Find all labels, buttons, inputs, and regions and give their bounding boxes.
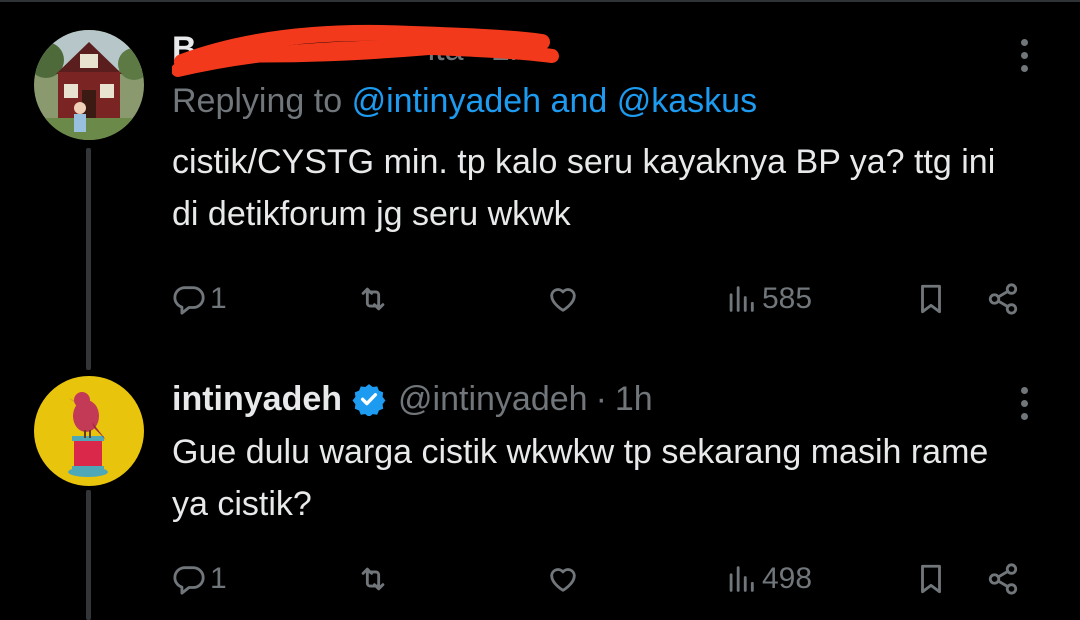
tweet-header: intinyadeh @intinyadeh · 1h [172, 376, 1010, 422]
share-button[interactable] [986, 554, 1020, 604]
redacted-author[interactable]: B ita [172, 24, 559, 77]
replying-to: Replying to @intinyadeh and @kaskus [172, 82, 1010, 128]
bookmark-button[interactable] [914, 274, 948, 324]
heart-icon [550, 288, 576, 312]
display-name[interactable]: intinyadeh [172, 380, 342, 419]
reply-button[interactable]: 1 [172, 554, 227, 604]
action-bar: 1 498 [172, 554, 1032, 604]
like-button[interactable] [546, 554, 580, 604]
views-button[interactable]: 498 [724, 554, 812, 604]
view-count: 498 [762, 562, 813, 595]
tweet-body: B ita · 1h Replying to @intinyadeh and @… [172, 24, 1010, 240]
bookmark-icon [921, 564, 941, 594]
repost-arrows-icon [361, 567, 385, 591]
replying-to-label: Replying to [172, 82, 343, 120]
share-nodes-icon [988, 283, 1018, 315]
view-count: 585 [762, 282, 813, 315]
vertical-ellipsis-icon [1020, 386, 1028, 394]
repost-button[interactable] [356, 274, 390, 324]
repost-arrows-icon [361, 287, 385, 311]
bar-chart-icon [729, 566, 754, 592]
repost-button[interactable] [356, 554, 390, 604]
tweet-header: B ita · 1h [172, 24, 1010, 77]
avatar-house-image [34, 30, 144, 140]
speech-bubble-icon [173, 566, 205, 595]
thread-line [86, 148, 91, 370]
bar-chart-icon [729, 286, 754, 312]
display-name[interactable]: B [172, 30, 198, 69]
like-button[interactable] [546, 274, 580, 324]
bookmark-button[interactable] [914, 554, 948, 604]
author-reply-tweet[interactable]: intinyadeh @intinyadeh · 1h Gue dulu war… [0, 340, 1080, 620]
timestamp[interactable]: 1h [491, 30, 529, 69]
reply-tweet[interactable]: B ita · 1h Replying to @intinyadeh and @… [0, 0, 1080, 370]
heart-icon [550, 568, 576, 592]
separator-dot: · [595, 379, 607, 418]
handle[interactable]: @intinyadeh [398, 380, 588, 419]
share-nodes-icon [988, 563, 1018, 595]
mention-link[interactable]: @intinyadeh [352, 82, 542, 120]
vertical-ellipsis-icon [1020, 38, 1028, 46]
more-options-button[interactable] [1012, 30, 1036, 80]
mention-link[interactable]: @kaskus [617, 82, 757, 120]
handle: ita [427, 29, 464, 68]
avatar-bird-image [34, 376, 144, 486]
verified-badge-icon [352, 384, 386, 416]
mention-joiner: and [550, 82, 608, 120]
reply-count: 1 [210, 282, 227, 315]
more-options-button[interactable] [1012, 378, 1036, 428]
speech-bubble-icon [173, 286, 205, 315]
timestamp[interactable]: 1h [615, 380, 653, 419]
tweet-text: cistik/CYSTG min. tp kalo seru kayaknya … [172, 143, 996, 233]
avatar[interactable] [34, 376, 144, 486]
tweet-body: intinyadeh @intinyadeh · 1h Gue dulu war… [172, 376, 1010, 530]
thread-line [86, 490, 91, 620]
separator-dot: · [471, 29, 483, 68]
avatar[interactable] [34, 30, 144, 140]
views-button[interactable]: 585 [724, 274, 812, 324]
reply-count: 1 [210, 562, 227, 595]
tweet-text: Gue dulu warga cistik wkwkw tp sekarang … [172, 433, 989, 523]
reply-button[interactable]: 1 [172, 274, 227, 324]
action-bar: 1 585 [172, 274, 1032, 324]
bookmark-icon [921, 284, 941, 314]
share-button[interactable] [986, 274, 1020, 324]
